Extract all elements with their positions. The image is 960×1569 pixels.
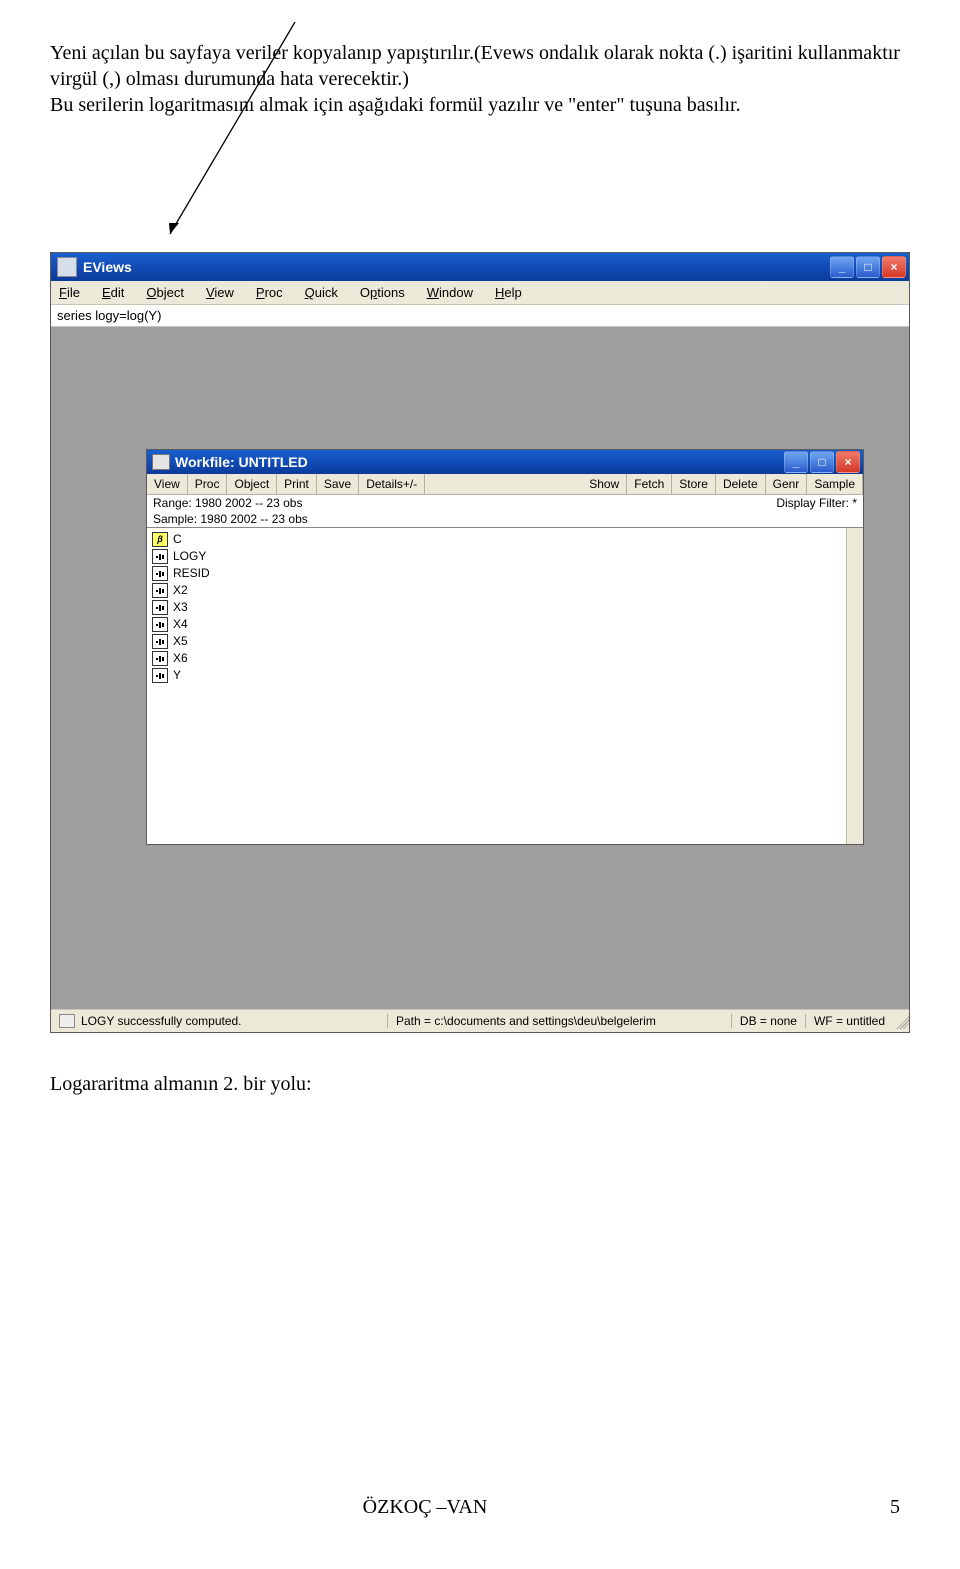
sample-label: Sample: 1980 2002 -- 23 obs: [153, 511, 776, 527]
app-title: EViews: [83, 259, 830, 275]
titlebar: EViews _ □ ×: [51, 253, 909, 281]
wf-maximize-button[interactable]: □: [810, 451, 834, 473]
menu-help[interactable]: Help: [495, 285, 522, 300]
series-icon: [152, 600, 168, 615]
menu-options[interactable]: Options: [360, 285, 405, 300]
wf-minimize-button[interactable]: _: [784, 451, 808, 473]
app-icon: [57, 257, 77, 277]
series-item[interactable]: Y: [152, 667, 858, 684]
workfile-window: Workfile: UNTITLED _ □ × View Proc Objec…: [146, 449, 864, 845]
range-label: Range: 1980 2002 -- 23 obs: [153, 495, 776, 511]
menubar: File Edit Object View Proc Quick Options…: [51, 281, 909, 305]
tb-show[interactable]: Show: [582, 474, 627, 494]
minimize-button[interactable]: _: [830, 256, 854, 278]
series-item[interactable]: X3: [152, 599, 858, 616]
tb-proc[interactable]: Proc: [188, 474, 228, 494]
tb-sample[interactable]: Sample: [807, 474, 863, 494]
status-icon: [59, 1014, 75, 1028]
series-item[interactable]: RESID: [152, 565, 858, 582]
series-icon: [152, 549, 168, 564]
series-icon: [152, 617, 168, 632]
close-button[interactable]: ×: [882, 256, 906, 278]
series-icon: [152, 668, 168, 683]
series-list: βC LOGY RESID X2 X3 X4 X5 X6 Y: [147, 528, 863, 844]
tb-delete[interactable]: Delete: [716, 474, 766, 494]
status-msg: LOGY successfully computed.: [81, 1014, 242, 1028]
series-item[interactable]: X5: [152, 633, 858, 650]
series-item[interactable]: LOGY: [152, 548, 858, 565]
menu-proc[interactable]: Proc: [256, 285, 283, 300]
workfile-title: Workfile: UNTITLED: [175, 454, 784, 470]
series-item[interactable]: X2: [152, 582, 858, 599]
resize-grip[interactable]: [893, 1013, 909, 1029]
workfile-titlebar: Workfile: UNTITLED _ □ ×: [147, 450, 863, 474]
series-item[interactable]: X6: [152, 650, 858, 667]
series-item[interactable]: βC: [152, 531, 858, 548]
menu-object[interactable]: Object: [146, 285, 184, 300]
tb-save[interactable]: Save: [317, 474, 359, 494]
tb-genr[interactable]: Genr: [766, 474, 808, 494]
tb-view[interactable]: View: [147, 474, 188, 494]
menu-view[interactable]: View: [206, 285, 234, 300]
tb-details[interactable]: Details+/-: [359, 474, 425, 494]
eviews-main-window: EViews _ □ × File Edit Object View Proc …: [50, 252, 910, 1033]
tb-object[interactable]: Object: [227, 474, 277, 494]
status-wf: WF = untitled: [805, 1014, 893, 1028]
tb-print[interactable]: Print: [277, 474, 317, 494]
after-paragraph: Logararitma almanın 2. bir yolu:: [50, 1073, 910, 1096]
footer-center: ÖZKOÇ –VAN: [50, 1496, 800, 1519]
workfile-info: Range: 1980 2002 -- 23 obs Sample: 1980 …: [147, 495, 863, 528]
maximize-button[interactable]: □: [856, 256, 880, 278]
command-line[interactable]: series logy=log(Y): [51, 305, 909, 327]
series-icon: [152, 634, 168, 649]
footer-pagenum: 5: [800, 1496, 910, 1519]
wf-close-button[interactable]: ×: [836, 451, 860, 473]
status-path: Path = c:\documents and settings\deu\bel…: [387, 1014, 731, 1028]
filter-label: Display Filter: *: [776, 495, 857, 527]
tb-fetch[interactable]: Fetch: [627, 474, 672, 494]
page-footer: ÖZKOÇ –VAN 5: [50, 1496, 910, 1539]
workfile-toolbar: View Proc Object Print Save Details+/- S…: [147, 474, 863, 495]
menu-quick[interactable]: Quick: [305, 285, 338, 300]
menu-file[interactable]: File: [59, 285, 80, 300]
workfile-icon: [152, 454, 170, 470]
callout-arrow: [50, 122, 910, 242]
series-item[interactable]: X4: [152, 616, 858, 633]
menu-window[interactable]: Window: [427, 285, 473, 300]
mdi-workspace: Workfile: UNTITLED _ □ × View Proc Objec…: [51, 327, 909, 1009]
tb-store[interactable]: Store: [672, 474, 716, 494]
series-icon: [152, 583, 168, 598]
menu-edit[interactable]: Edit: [102, 285, 124, 300]
series-icon: [152, 566, 168, 581]
coef-icon: β: [152, 532, 168, 547]
status-db: DB = none: [731, 1014, 805, 1028]
statusbar: LOGY successfully computed. Path = c:\do…: [51, 1009, 909, 1032]
series-icon: [152, 651, 168, 666]
